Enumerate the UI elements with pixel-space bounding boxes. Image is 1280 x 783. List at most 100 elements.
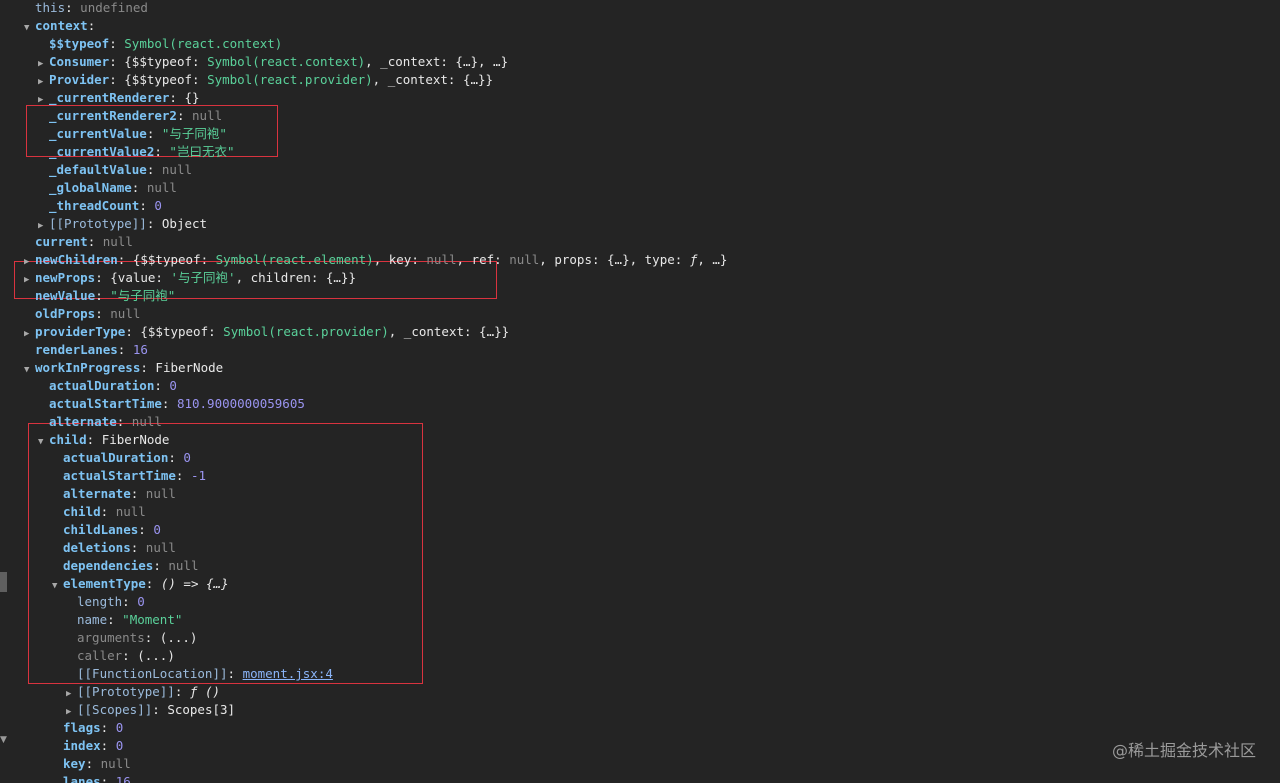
property-key: key (63, 756, 86, 771)
key-separator: : (146, 126, 162, 141)
property-key: this (35, 0, 66, 15)
property-value: Symbol(react.context) (124, 36, 283, 51)
key-separator: : (117, 252, 133, 267)
tree-row: actualStartTime: 810.9000000059605 (38, 395, 305, 413)
property-value: , key: (373, 252, 427, 267)
expand-open-icon[interactable]: ▼ (38, 433, 49, 451)
tree-row[interactable]: ▶ [[Prototype]]: Object (38, 215, 207, 233)
key-separator: : (131, 180, 147, 195)
tree-row: _currentValue: "与子同袍" (38, 125, 227, 143)
tree-row: deletions: null (52, 539, 176, 557)
tree-row[interactable]: ▶ [[Prototype]]: ƒ () (66, 683, 220, 701)
tree-row: oldProps: null (24, 305, 140, 323)
tree-row: actualDuration: 0 (38, 377, 177, 395)
property-key: $$typeof (49, 36, 110, 51)
expand-open-icon[interactable]: ▼ (24, 361, 35, 379)
property-value: 0 (169, 378, 177, 393)
property-key: lanes (63, 774, 101, 783)
key-separator: : (174, 684, 190, 699)
key-separator: : (146, 216, 162, 231)
key-separator: : (95, 270, 111, 285)
key-separator: : (125, 324, 141, 339)
key-separator: : (161, 396, 177, 411)
tree-row[interactable]: ▶ _currentRenderer: {} (38, 89, 200, 107)
property-key: length (77, 594, 123, 609)
property-value: {$$typeof: (132, 252, 216, 267)
key-separator: : (109, 72, 125, 87)
property-value: 0 (115, 738, 124, 753)
tree-row: childLanes: 0 (52, 521, 161, 539)
key-separator: : (175, 468, 191, 483)
tree-row: newValue: "与子同袍" (24, 287, 175, 305)
devtools-scope-tree: ▼ @稀土掘金技术社区 this: undefined ▼ context: $$ty… (0, 0, 1280, 783)
key-separator: : (145, 576, 161, 591)
property-key: alternate (63, 486, 131, 501)
property-value: Object (161, 216, 208, 231)
property-key: _globalName (49, 180, 132, 195)
property-value: null (110, 306, 141, 321)
key-separator: : (146, 162, 162, 177)
scrollbar-arrow-icon[interactable]: ▼ (0, 735, 7, 745)
tree-row: renderLanes: 16 (24, 341, 148, 359)
property-key: _defaultValue (49, 162, 147, 177)
tree-row: _defaultValue: null (38, 161, 192, 179)
tree-row[interactable]: ▶ Provider: {$$typeof: Symbol(react.provi… (38, 71, 493, 89)
tree-row: _currentRenderer2: null (38, 107, 222, 125)
key-separator: : (87, 18, 96, 33)
tree-row: arguments: (...) (66, 629, 197, 647)
property-key: renderLanes (35, 342, 118, 357)
property-value: (...) (159, 630, 198, 645)
property-key: [[Scopes]] (77, 702, 153, 717)
property-value: "岂曰无衣" (169, 144, 235, 159)
expand-open-icon[interactable]: ▼ (52, 577, 63, 595)
tree-row[interactable]: ▼ workInProgress: FiberNode (24, 359, 223, 377)
property-value: {value: (110, 270, 171, 285)
key-separator: : (65, 0, 81, 15)
tree-row[interactable]: ▶ newChildren: {$$typeof: Symbol(react.el… (24, 251, 727, 269)
property-value: Symbol(react.provider) (223, 324, 389, 339)
key-separator: : (144, 630, 160, 645)
property-key: providerType (35, 324, 126, 339)
key-separator: : (107, 612, 123, 627)
key-separator: : (100, 720, 116, 735)
property-key: actualStartTime (63, 468, 176, 483)
tree-row[interactable]: ▼ context: (24, 17, 95, 35)
tree-row[interactable]: ▶ providerType: {$$typeof: Symbol(react.p… (24, 323, 509, 341)
property-value: , …} (697, 252, 728, 267)
property-value: 0 (153, 522, 161, 537)
tree-row[interactable]: ▶ newProps: {value: '与子同袍', children: {…}… (24, 269, 356, 287)
property-key: [[Prototype]] (49, 216, 147, 231)
tree-row[interactable]: ▼ child: FiberNode (38, 431, 169, 449)
key-separator: : (176, 108, 192, 123)
property-value: 16 (115, 774, 131, 783)
property-value: , _context: {…}, …} (365, 54, 509, 69)
property-key: Consumer (49, 54, 110, 69)
tree-row: $$typeof: Symbol(react.context) (38, 35, 282, 53)
tree-row: flags: 0 (52, 719, 123, 737)
property-key: newProps (35, 270, 96, 285)
key-separator: : (117, 342, 133, 357)
key-separator: : (140, 360, 156, 375)
key-separator: : (116, 414, 132, 429)
property-value: Symbol(react.provider) (207, 72, 373, 87)
property-value: FiberNode (101, 432, 170, 447)
property-value: FiberNode (155, 360, 224, 375)
tree-row: child: null (52, 503, 146, 521)
key-separator: : (87, 234, 103, 249)
property-value: (...) (137, 648, 175, 663)
property-key: newValue (35, 288, 96, 303)
property-value: , children: {…}} (235, 270, 356, 285)
expand-open-icon[interactable]: ▼ (24, 19, 35, 37)
property-value: null (168, 558, 199, 573)
key-separator: : (152, 702, 168, 717)
tree-row[interactable]: ▶ Consumer: {$$typeof: Symbol(react.conte… (38, 53, 508, 71)
key-separator: : (95, 306, 111, 321)
property-value: 0 (115, 720, 124, 735)
property-key: child (49, 432, 87, 447)
tree-row[interactable]: ▶ [[Scopes]]: Scopes[3] (66, 701, 235, 719)
property-key: actualDuration (49, 378, 155, 393)
source-link[interactable]: moment.jsx:4 (243, 666, 333, 681)
property-value: undefined (80, 0, 148, 15)
scrollbar-thumb[interactable] (0, 572, 7, 592)
tree-row[interactable]: ▼ elementType: () => {…} (52, 575, 229, 593)
